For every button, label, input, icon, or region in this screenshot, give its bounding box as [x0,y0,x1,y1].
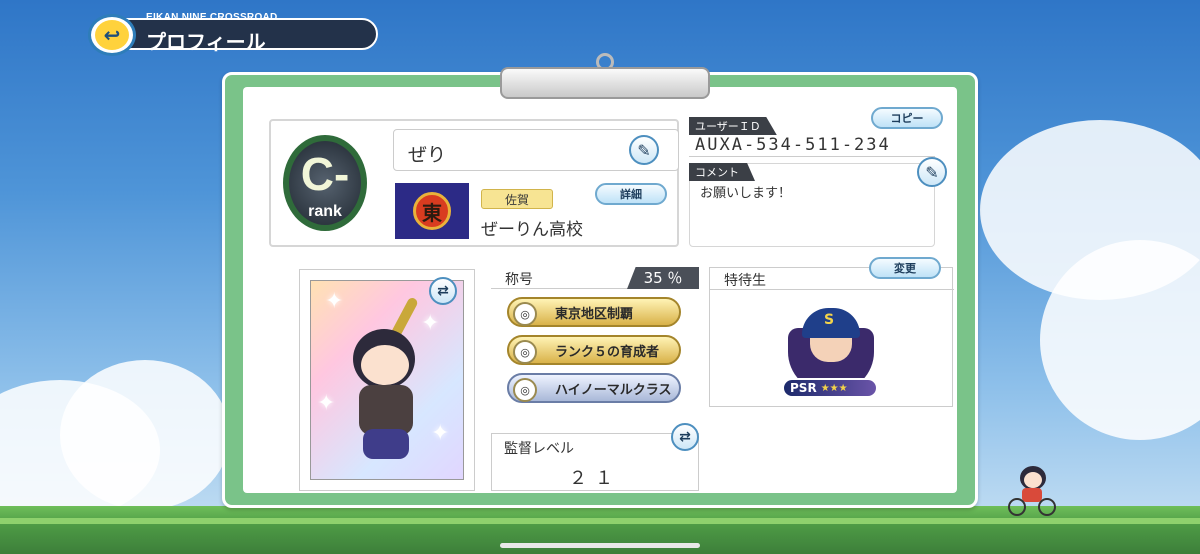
titles-panel: 称号 35 ％ ◎ 東京地区制覇 ◎ ランク５の育成者 ◎ ハイノーマルクラス [491,267,699,415]
cap-logo: S [824,312,835,328]
sparkle-icon: ✦ [325,289,344,314]
prefecture-badge: 佐賀 [481,189,553,209]
titles-header: 称号 35 ％ [491,267,699,289]
sparkle-icon: ✦ [431,421,450,446]
bicycle-girl-icon [1006,462,1062,518]
profile-panel: C- rank ぜり ✎ 東 佐賀 詳細 ぜーりん高校 [269,119,679,247]
medal-icon: ◎ [513,340,537,364]
school-name: ぜーりん高校 [481,220,583,240]
edit-name-button[interactable]: ✎ [629,135,659,165]
player-card[interactable]: ✦ ✦ ✦ ✦ [310,280,464,480]
edit-comment-button[interactable]: ✎ [917,157,947,187]
title-item[interactable]: ◎ ランク５の育成者 [507,335,681,365]
home-indicator[interactable] [500,543,700,548]
game-subtitle: EIKAN NINE CROSSROAD [146,12,278,23]
title-text: 東京地区制覇 [555,306,634,322]
comment-label: コメント [689,163,755,181]
page-title: プロフィール [146,30,266,54]
special-player-label: 特待生 [724,273,766,289]
clip-body [500,67,710,99]
special-player-panel: 特待生 S PSR ★★★ [709,267,954,407]
title-text: ランク５の育成者 [555,344,660,360]
batter-character [347,296,433,463]
detail-button[interactable]: 詳細 [595,183,667,205]
character-body [359,385,413,435]
swap-card-button[interactable]: ⇄ [429,277,457,305]
player-name: ぜり [408,144,447,166]
special-player-portrait[interactable]: S PSR ★★★ [782,302,878,400]
character-legs [363,429,409,459]
rarity-badge: PSR ★★★ [782,378,878,398]
back-arrow-icon: ↩ [95,20,129,50]
ground-line [0,518,1200,524]
copy-button[interactable]: コピー [871,107,943,129]
manager-level-panel: 監督レベル ２１ [491,433,699,491]
medal-icon: ◎ [513,378,537,402]
title-item[interactable]: ◎ 東京地区制覇 [507,297,681,327]
rarity-text: PSR [790,381,817,395]
character-face [361,345,409,385]
manager-level-value: ２１ [569,468,621,489]
comment-text: お願いします！ [700,186,792,201]
clipboard-clip [500,53,710,101]
swap-icon: ⇄ [437,283,449,299]
page-header: EIKAN NINE CROSSROAD プロフィール ↩ [80,12,380,56]
titles-label: 称号 [505,272,533,288]
rank-letter: C- [300,148,350,200]
cloud [60,360,230,510]
sparkle-icon: ✦ [317,391,336,416]
medal-icon: ◎ [513,302,537,326]
rank-emblem: C- rank [279,133,371,237]
rarity-stars: ★★★ [820,382,848,394]
clipboard: C- rank ぜり ✎ 東 佐賀 詳細 ぜーりん高校 ユーザーＩＤ AUXA-… [222,53,978,508]
comment-panel: コメント お願いします！ [689,163,935,247]
titles-percent: 35 ％ [627,267,699,289]
swap-level-button[interactable]: ⇄ [671,423,699,451]
pencil-icon: ✎ [637,140,651,160]
profile-sheet: C- rank ぜり ✎ 東 佐賀 詳細 ぜーりん高校 ユーザーＩＤ AUXA-… [243,87,957,493]
back-button[interactable]: ↩ [88,14,136,56]
rank-word: rank [308,203,342,220]
school-crest: 東 [395,183,469,239]
manager-level-label: 監督レベル [504,441,574,457]
school-crest-char: 東 [413,192,451,230]
title-item[interactable]: ◎ ハイノーマルクラス [507,373,681,403]
user-id-value: AUXA-534-511-234 [695,135,891,155]
change-button[interactable]: 変更 [869,257,941,279]
title-text: ハイノーマルクラス [555,382,672,398]
swap-icon: ⇄ [679,429,691,445]
pencil-icon: ✎ [925,162,939,182]
user-id-label: ユーザーＩＤ [689,117,777,135]
